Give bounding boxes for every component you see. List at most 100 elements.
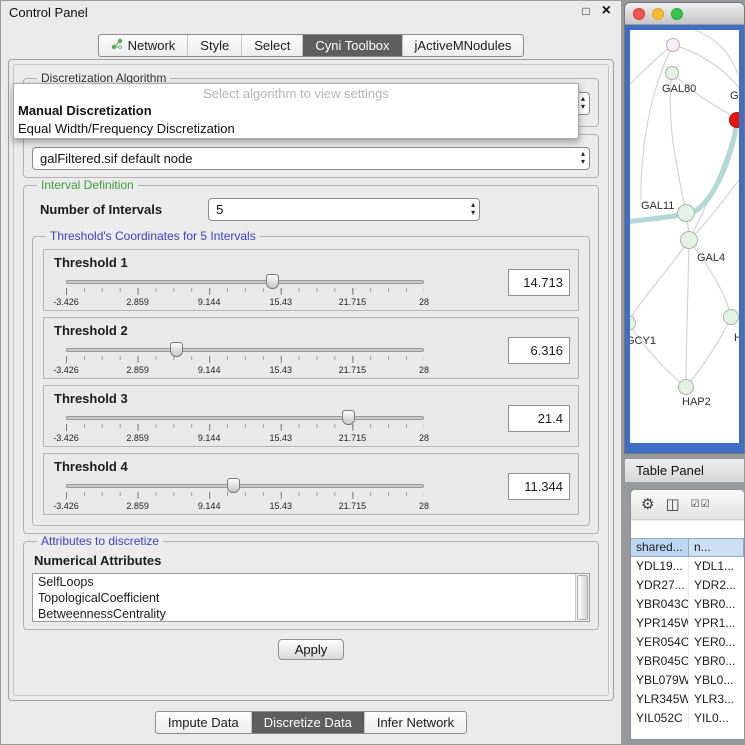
mac-close-button[interactable] xyxy=(633,8,645,20)
tab-style[interactable]: Style xyxy=(187,35,241,56)
table-row[interactable]: YDL19...YDL1... xyxy=(631,557,744,576)
table-row[interactable]: YLR345WYLR3... xyxy=(631,690,744,709)
network-canvas-frame: GAL80 GA GAL11 GAL4 GCY1 H HAP2 xyxy=(625,25,744,453)
network-node[interactable] xyxy=(678,379,694,395)
algorithm-placeholder-option[interactable]: Select algorithm to view settings xyxy=(14,84,578,102)
threshold-4-panel: Threshold 4 -3.426 2.859 9.144 15.43 xyxy=(43,453,579,515)
threshold-2-slider[interactable]: -3.426 2.859 9.144 15.43 21.715 28 xyxy=(66,342,424,378)
table-panel-header[interactable]: Table Panel xyxy=(624,458,745,483)
network-node[interactable] xyxy=(680,231,698,249)
list-item[interactable]: BetweennessCentrality xyxy=(33,606,589,622)
tab-label: Cyni Toolbox xyxy=(315,38,389,53)
bottom-tabstrip: Impute Data Discretize Data Infer Networ… xyxy=(1,711,621,734)
tab-label: jActiveMNodules xyxy=(415,38,512,53)
slider-scale: -3.426 2.859 9.144 15.43 21.715 28 xyxy=(66,297,424,308)
algorithm-option-equal-width[interactable]: Equal Width/Frequency Discretization xyxy=(14,120,578,138)
table-row[interactable]: YPR145WYPR1... xyxy=(631,614,744,633)
tab-jactivemnodules[interactable]: jActiveMNodules xyxy=(402,35,524,56)
slider-track[interactable] xyxy=(66,416,424,420)
mac-zoom-button[interactable] xyxy=(671,8,683,20)
top-tabstrip: Network Style Select Cyni Toolbox jActiv… xyxy=(1,34,621,57)
column-header-shared-name[interactable]: shared... xyxy=(631,538,689,557)
table-row[interactable]: YBL079WYBL0... xyxy=(631,671,744,690)
tab-impute-data[interactable]: Impute Data xyxy=(156,712,251,733)
close-icon[interactable]: × xyxy=(602,3,611,19)
threshold-4-slider[interactable]: -3.426 2.859 9.144 15.43 21.715 28 xyxy=(66,478,424,514)
network-node-label: GCY1 xyxy=(630,335,656,347)
list-item[interactable]: TopologicalCoefficient xyxy=(33,590,589,606)
threshold-2-value[interactable]: 6.316 xyxy=(508,337,570,364)
mac-minimize-button[interactable] xyxy=(652,8,664,20)
table-rows: YDL19...YDL1... YDR27...YDR2... YBR043CY… xyxy=(631,557,744,728)
network-node-selected[interactable] xyxy=(729,112,739,128)
network-canvas[interactable]: GAL80 GA GAL11 GAL4 GCY1 H HAP2 xyxy=(630,30,739,443)
scrollbar-thumb[interactable] xyxy=(577,575,588,620)
network-icon xyxy=(111,38,123,53)
columns-icon[interactable]: ◫ xyxy=(665,497,679,512)
combo-stepper-icon: ▴▾ xyxy=(581,150,585,166)
combo-stepper-icon: ▴▾ xyxy=(471,201,475,217)
threshold-1-slider[interactable]: -3.426 2.859 9.144 15.43 21.715 28 xyxy=(66,274,424,310)
threshold-3-slider[interactable]: -3.426 2.859 9.144 15.43 21.715 28 xyxy=(66,410,424,446)
tab-network[interactable]: Network xyxy=(99,35,188,56)
table-row[interactable]: YBR043CYBR0... xyxy=(631,595,744,614)
threshold-4-value[interactable]: 11.344 xyxy=(508,473,570,500)
tab-infer-network[interactable]: Infer Network xyxy=(364,712,466,733)
float-window-icon[interactable]: □ xyxy=(582,4,589,18)
threshold-1-value[interactable]: 14.713 xyxy=(508,269,570,296)
table-row[interactable]: YBR045CYBR0... xyxy=(631,652,744,671)
network-node-label: GAL11 xyxy=(641,200,674,212)
select-rows-icon[interactable]: ☑☑ xyxy=(691,497,711,512)
tab-label: Select xyxy=(254,38,290,53)
table-row[interactable]: YER054CYER0... xyxy=(631,633,744,652)
tab-cyni-toolbox[interactable]: Cyni Toolbox xyxy=(302,35,401,56)
table-data-select[interactable]: galFiltered.sif default node ▴▾ xyxy=(32,147,590,170)
number-of-intervals-select[interactable]: 5 ▴▾ xyxy=(208,198,480,221)
tab-label: Impute Data xyxy=(168,715,239,730)
list-scrollbar[interactable] xyxy=(575,574,589,621)
network-node[interactable] xyxy=(665,66,679,80)
slider-thumb[interactable] xyxy=(170,342,183,357)
table-row[interactable]: YDR27...YDR2... xyxy=(631,576,744,595)
network-node[interactable] xyxy=(677,204,695,222)
table-row[interactable]: YIL052CYIL0... xyxy=(631,709,744,728)
network-node-label: GAL4 xyxy=(697,252,725,264)
slider-thumb[interactable] xyxy=(342,410,355,425)
desktop: Control Panel □ × Network Style Select C… xyxy=(0,0,745,745)
column-header-name[interactable]: n... xyxy=(689,538,744,557)
group-title: Threshold's Coordinates for 5 Intervals xyxy=(46,229,260,243)
slider-scale: -3.426 2.859 9.144 15.43 21.715 28 xyxy=(66,433,424,444)
node-table-window: ⚙ ◫ ☑☑ shared... n... YDL19...YDL1... YD… xyxy=(630,489,745,740)
window-title: Control Panel xyxy=(9,5,88,20)
slider-ticks xyxy=(66,492,424,499)
discretize-data-pane: Discretization Algorithm ▴▾ Table Data g… xyxy=(13,64,609,696)
slider-track[interactable] xyxy=(66,280,424,284)
network-node[interactable] xyxy=(723,309,739,325)
tab-label: Style xyxy=(200,38,229,53)
network-node-label: GA xyxy=(730,90,739,102)
slider-thumb[interactable] xyxy=(266,274,279,289)
table-body: shared... n... YDL19...YDL1... YDR27...Y… xyxy=(631,521,744,739)
network-node-label: GAL80 xyxy=(662,83,696,95)
number-of-intervals-value: 5 xyxy=(216,202,223,217)
list-item[interactable]: SelfLoops xyxy=(33,574,589,590)
threshold-2-label: Threshold 2 xyxy=(54,323,128,338)
interval-definition-group: Interval Definition Number of Intervals … xyxy=(23,178,599,534)
slider-thumb[interactable] xyxy=(227,478,240,493)
network-node[interactable] xyxy=(666,38,680,52)
tab-select[interactable]: Select xyxy=(241,35,302,56)
algorithm-dropdown-popup: Select algorithm to view settings Manual… xyxy=(13,83,579,139)
table-toolbar: ⚙ ◫ ☑☑ xyxy=(631,490,744,520)
apply-button[interactable]: Apply xyxy=(278,639,344,660)
threshold-3-panel: Threshold 3 -3.426 2.859 9.144 15.43 xyxy=(43,385,579,447)
slider-track[interactable] xyxy=(66,348,424,352)
slider-track[interactable] xyxy=(66,484,424,488)
table-header-row: shared... n... xyxy=(631,538,744,557)
tab-label: Network xyxy=(128,38,176,53)
network-view-window: GAL80 GA GAL11 GAL4 GCY1 H HAP2 xyxy=(624,2,745,454)
threshold-3-value[interactable]: 21.4 xyxy=(508,405,570,432)
gear-icon[interactable]: ⚙ xyxy=(641,497,654,512)
algorithm-option-manual[interactable]: Manual Discretization xyxy=(14,102,578,120)
tab-discretize-data[interactable]: Discretize Data xyxy=(251,712,364,733)
slider-scale: -3.426 2.859 9.144 15.43 21.715 28 xyxy=(66,365,424,376)
